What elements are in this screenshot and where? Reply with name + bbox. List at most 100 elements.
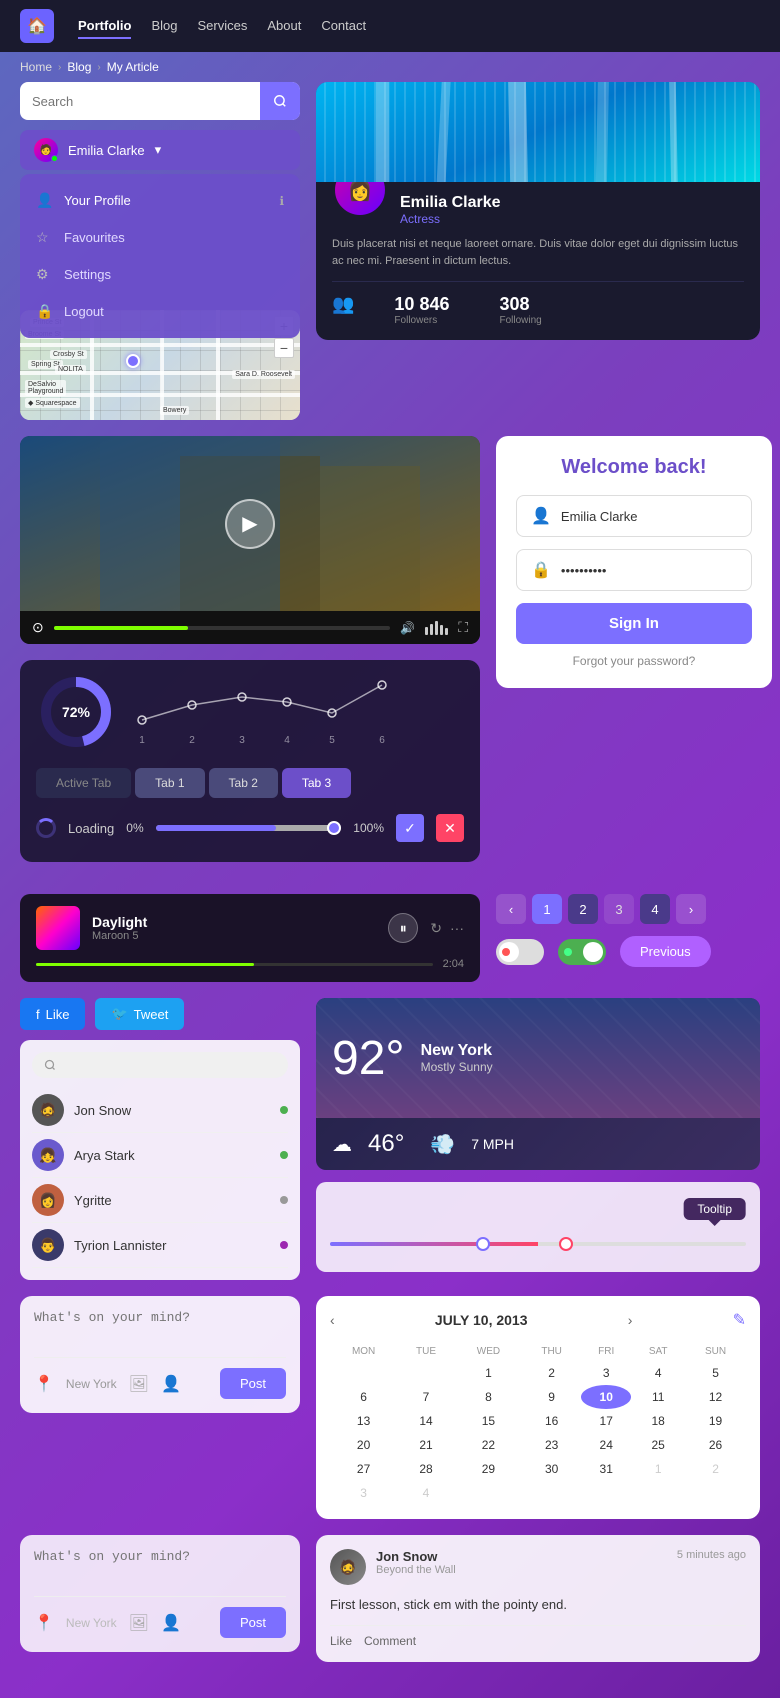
cal-day[interactable]: 28 (397, 1457, 455, 1481)
cal-day[interactable] (522, 1481, 581, 1505)
status-mention-icon[interactable]: 👤 (161, 1613, 181, 1633)
loading-cancel-button[interactable]: ✕ (436, 814, 464, 842)
cal-day[interactable]: 6 (330, 1385, 397, 1409)
dropdown-your-profile[interactable]: 👤 Your Profile ℹ (20, 182, 300, 219)
page-2[interactable]: 2 (568, 894, 598, 924)
cal-day-other[interactable]: 1 (631, 1457, 685, 1481)
slider-knob-right[interactable] (559, 1237, 573, 1251)
cal-day-today[interactable]: 10 (581, 1385, 631, 1409)
cal-day[interactable]: 5 (685, 1361, 746, 1385)
cal-day[interactable]: 21 (397, 1433, 455, 1457)
cal-day[interactable]: 30 (522, 1457, 581, 1481)
cal-day-other[interactable]: 2 (685, 1457, 746, 1481)
page-next-arrow[interactable]: › (676, 894, 706, 924)
cal-day[interactable]: 29 (455, 1457, 522, 1481)
page-1[interactable]: 1 (532, 894, 562, 924)
cal-day[interactable] (631, 1481, 685, 1505)
cal-day[interactable] (330, 1361, 397, 1385)
tab-active[interactable]: Active Tab (36, 768, 131, 798)
music-pause-button[interactable]: ⏸ (388, 913, 418, 943)
cal-day[interactable]: 25 (631, 1433, 685, 1457)
cal-day[interactable]: 26 (685, 1433, 746, 1457)
breadcrumb-blog[interactable]: Blog (67, 60, 91, 74)
facebook-like-button[interactable]: f Like (20, 998, 85, 1030)
nav-link-portfolio[interactable]: Portfolio (78, 14, 131, 39)
username-input[interactable] (561, 509, 737, 524)
cal-day[interactable]: 11 (631, 1385, 685, 1409)
volume-icon[interactable]: 🔊 (400, 621, 415, 635)
nav-logo[interactable]: 🏠 (20, 9, 54, 43)
mention-icon[interactable]: 👤 (161, 1374, 181, 1394)
music-repeat-icon[interactable]: ↻ (430, 920, 442, 937)
cal-day[interactable]: 1 (455, 1361, 522, 1385)
nav-link-services[interactable]: Services (197, 14, 247, 39)
calendar-next-button[interactable]: › (628, 1312, 633, 1328)
dropdown-logout[interactable]: 🔒 Logout (20, 293, 300, 330)
cal-day[interactable]: 22 (455, 1433, 522, 1457)
cal-day[interactable]: 7 (397, 1385, 455, 1409)
cal-day[interactable]: 19 (685, 1409, 746, 1433)
previous-button[interactable]: Previous (620, 936, 711, 967)
status-post-button[interactable]: Post (220, 1607, 286, 1638)
calendar-edit-icon[interactable]: ✎ (733, 1310, 746, 1330)
loading-check-button[interactable]: ✓ (396, 814, 424, 842)
search-input[interactable] (20, 94, 260, 109)
nav-link-about[interactable]: About (267, 14, 301, 39)
social-like-button[interactable]: Like (330, 1634, 352, 1648)
calendar-prev-button[interactable]: ‹ (330, 1312, 335, 1328)
breadcrumb-home[interactable]: Home (20, 60, 52, 74)
cal-day[interactable]: 12 (685, 1385, 746, 1409)
cal-day-other[interactable]: 4 (397, 1481, 455, 1505)
cal-day[interactable]: 13 (330, 1409, 397, 1433)
search-button[interactable] (260, 82, 300, 120)
loading-track[interactable] (156, 825, 342, 831)
cal-day[interactable] (397, 1361, 455, 1385)
status-input[interactable] (34, 1549, 286, 1579)
image-icon[interactable]: 🖼 (129, 1374, 149, 1394)
dropdown-settings[interactable]: ⚙ Settings (20, 256, 300, 293)
tab-3[interactable]: Tab 3 (282, 768, 351, 798)
map-zoom-out[interactable]: − (274, 338, 294, 358)
cal-day[interactable] (455, 1481, 522, 1505)
dropdown-favourites[interactable]: ☆ Favourites (20, 219, 300, 256)
user-search-input[interactable] (62, 1058, 276, 1072)
cal-day[interactable]: 27 (330, 1457, 397, 1481)
breadcrumb-article[interactable]: My Article (107, 60, 159, 74)
cal-day[interactable]: 20 (330, 1433, 397, 1457)
cal-day[interactable]: 16 (522, 1409, 581, 1433)
sign-in-button[interactable]: Sign In (516, 603, 752, 644)
video-play-button[interactable]: ▶ (225, 499, 275, 549)
cal-day[interactable] (685, 1481, 746, 1505)
cal-day-other[interactable]: 3 (330, 1481, 397, 1505)
toggle-2[interactable] (558, 939, 606, 965)
cal-day[interactable]: 4 (631, 1361, 685, 1385)
cal-day[interactable]: 23 (522, 1433, 581, 1457)
nav-link-contact[interactable]: Contact (321, 14, 366, 39)
tab-1[interactable]: Tab 1 (135, 768, 204, 798)
nav-link-blog[interactable]: Blog (151, 14, 177, 39)
fullscreen-icon[interactable]: ⛶ (458, 619, 468, 636)
post-input[interactable] (34, 1310, 286, 1340)
cal-day[interactable]: 2 (522, 1361, 581, 1385)
page-4[interactable]: 4 (640, 894, 670, 924)
music-more-icon[interactable]: ··· (450, 920, 464, 937)
slider-track[interactable] (330, 1242, 746, 1246)
cal-day[interactable]: 3 (581, 1361, 631, 1385)
cal-day[interactable]: 31 (581, 1457, 631, 1481)
cal-day[interactable] (581, 1481, 631, 1505)
cal-day[interactable]: 8 (455, 1385, 522, 1409)
vc-play-icon[interactable]: ⊙ (32, 619, 44, 636)
slider-knob-left[interactable] (476, 1237, 490, 1251)
forgot-password-link[interactable]: Forgot your password? (516, 654, 752, 668)
post-button[interactable]: Post (220, 1368, 286, 1399)
status-image-icon[interactable]: 🖼 (129, 1613, 149, 1633)
cal-day[interactable]: 9 (522, 1385, 581, 1409)
cal-day[interactable]: 14 (397, 1409, 455, 1433)
user-dropdown-trigger[interactable]: 🧑 Emilia Clarke ▾ (20, 130, 300, 170)
social-comment-button[interactable]: Comment (364, 1634, 416, 1648)
page-3[interactable]: 3 (604, 894, 634, 924)
cal-day[interactable]: 24 (581, 1433, 631, 1457)
cal-day[interactable]: 17 (581, 1409, 631, 1433)
location-icon[interactable]: 📍 (34, 1374, 54, 1394)
music-progress-track[interactable] (36, 963, 433, 966)
